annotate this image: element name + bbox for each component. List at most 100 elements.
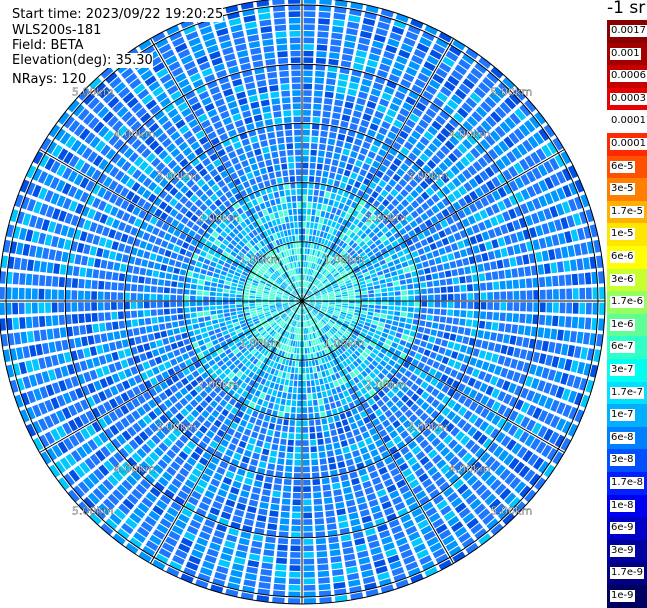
ray-gate (268, 78, 278, 85)
ray-gate (550, 329, 557, 340)
ray-gate (261, 33, 272, 40)
ray-gate (320, 231, 324, 237)
ray-gate (493, 312, 499, 320)
ray-gate (298, 374, 301, 380)
ray-gate (290, 222, 294, 228)
ray-gate (216, 302, 222, 306)
ray-gate (548, 342, 555, 353)
ray-gate (179, 276, 185, 282)
ray-gate (350, 172, 357, 179)
ray-gate (38, 358, 46, 370)
ray-gate (282, 204, 287, 210)
ray-gate (365, 437, 373, 445)
ray-gate (250, 306, 256, 309)
ray-gate (58, 290, 64, 300)
ray-gate (132, 275, 138, 283)
ray-gate (355, 490, 364, 498)
ray-gate (275, 425, 281, 431)
ray-gate (360, 120, 369, 128)
ray-gate (240, 104, 249, 112)
ray-gate (276, 218, 281, 224)
ray-gate (356, 301, 362, 303)
ray-gate (442, 357, 450, 365)
ray-gate (435, 302, 441, 308)
ray-gate (368, 151, 376, 159)
ray-gate (289, 170, 295, 176)
ray-gate (152, 227, 160, 235)
ray-gate (362, 515, 372, 523)
ray-gate (151, 302, 157, 308)
ray-gate (357, 420, 364, 427)
ray-gate (271, 497, 280, 504)
ray-gate (79, 325, 86, 335)
ray-gate (334, 496, 343, 503)
ray-gate (300, 248, 302, 254)
ray-gate (232, 481, 241, 489)
ray-gate (294, 130, 301, 136)
ray-gate (190, 290, 196, 295)
ray-gate (203, 291, 209, 295)
ray-gate (312, 209, 316, 215)
ray-gate (320, 365, 324, 371)
ray-gate (353, 429, 360, 436)
ray-gate (371, 324, 377, 329)
ray-gate (164, 295, 170, 301)
ray-gate (305, 354, 308, 360)
ray-gate (303, 176, 308, 182)
ray-gate (503, 334, 510, 343)
ray-gate (316, 545, 326, 551)
ray-gate (306, 229, 309, 235)
ray-gate (291, 57, 301, 63)
ray-gate (586, 303, 592, 315)
ray-gate (257, 80, 267, 87)
ray-gate (232, 113, 241, 121)
ray-gate (238, 497, 248, 505)
ray-gate (25, 360, 33, 372)
ray-gate (279, 71, 289, 77)
ray-gate (239, 57, 250, 65)
ray-gate (318, 445, 325, 451)
ray-gate (258, 182, 265, 189)
ray-gate (355, 104, 364, 112)
ray-gate (353, 63, 364, 71)
ray-gate (318, 372, 322, 378)
ray-gate (249, 299, 255, 301)
ray-gate (307, 255, 309, 261)
ray-gate (315, 359, 319, 365)
ray-gate (454, 361, 462, 369)
ray-gate (46, 316, 52, 327)
ray-gate (535, 340, 542, 351)
ray-gate (304, 51, 314, 57)
ray-gate (435, 338, 442, 345)
ray-gate (151, 317, 157, 324)
ray-gate (333, 201, 339, 208)
ray-gate (249, 41, 260, 48)
ray-gate (302, 248, 304, 254)
ray-gate (297, 394, 301, 400)
ray-gate (72, 314, 78, 324)
ray-gate (246, 471, 255, 479)
ray-gate (539, 315, 545, 325)
ray-gate (579, 303, 585, 314)
ray-gate (297, 348, 300, 354)
ray-gate (316, 538, 326, 544)
ray-gate (304, 572, 315, 578)
ray-gate (143, 232, 151, 240)
ray-gate (158, 279, 164, 285)
ray-gate (250, 136, 258, 143)
ray-gate (354, 456, 362, 464)
ray-gate (257, 399, 263, 406)
ray-gate (329, 423, 335, 430)
ray-gate (297, 407, 302, 413)
ray-gate (317, 157, 323, 163)
ray-gate (281, 197, 286, 203)
ray-gate (288, 156, 294, 162)
ray-gate (360, 475, 369, 483)
ray-gate (179, 320, 185, 326)
ray-gate (336, 305, 342, 307)
ray-gate (254, 149, 262, 156)
ray-gate (289, 24, 300, 30)
ray-gate (291, 229, 295, 235)
ray-gate (236, 91, 246, 99)
ray-gate (103, 344, 110, 353)
